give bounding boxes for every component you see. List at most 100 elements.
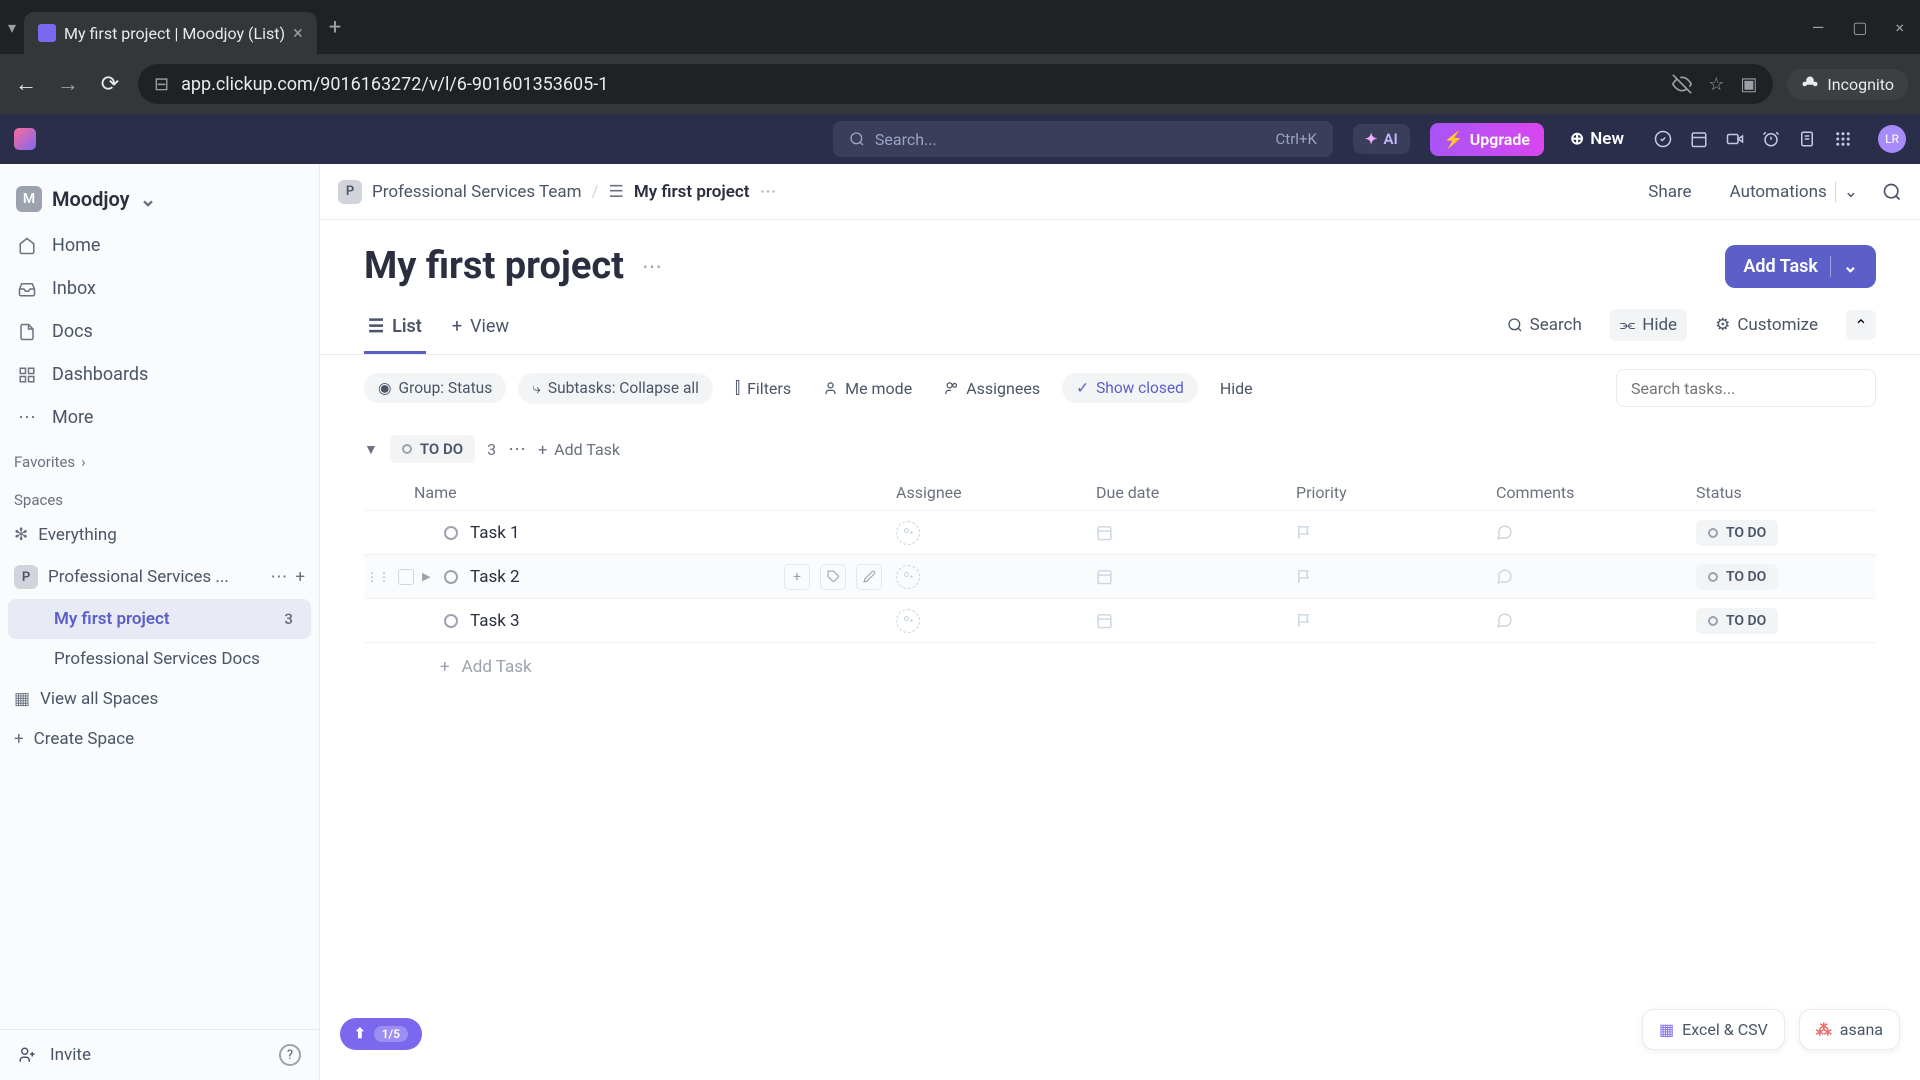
global-search-input[interactable]: Search... Ctrl+K [833,121,1333,157]
due-date-icon[interactable] [1096,568,1296,585]
comments-icon[interactable] [1496,568,1696,585]
eye-off-icon[interactable] [1672,74,1692,94]
plus-icon[interactable]: + [784,564,810,590]
plus-icon[interactable]: + [295,567,305,587]
column-header-due-date[interactable]: Due date [1096,483,1296,502]
more-horizontal-icon[interactable]: ⋯ [270,567,287,587]
column-header-comments[interactable]: Comments [1496,483,1696,502]
priority-flag-icon[interactable] [1296,524,1496,541]
filter-assignees[interactable]: Assignees [934,373,1050,404]
tab-list[interactable]: ☰ List [364,306,426,354]
search-tasks-input[interactable] [1616,369,1876,407]
favorites-heading[interactable]: Favorites › [0,439,319,477]
status-badge[interactable]: TO DO [1696,520,1778,546]
assignee-add-icon[interactable] [896,565,920,589]
apps-grid-icon[interactable] [1834,130,1852,148]
sidebar-item-more[interactable]: ⋯ More [0,396,319,439]
new-tab-button[interactable]: + [329,15,341,40]
due-date-icon[interactable] [1096,524,1296,541]
edit-icon[interactable] [856,564,882,590]
tab-dropdown-icon[interactable]: ▾ [8,18,16,37]
clickup-logo-icon[interactable] [14,128,36,150]
maximize-icon[interactable]: ▢ [1852,18,1867,37]
invite-button[interactable]: Invite [50,1045,91,1065]
forward-button[interactable]: → [54,71,82,97]
ai-button[interactable]: ✦ AI [1353,124,1410,154]
priority-flag-icon[interactable] [1296,612,1496,629]
bookmark-icon[interactable]: ☆ [1708,74,1724,95]
browser-tab[interactable]: My first project | Moodjoy (List) × [24,12,317,54]
sidebar-item-dashboards[interactable]: Dashboards [0,353,319,396]
workspace-switcher[interactable]: M Moodjoy ⌄ [0,174,319,224]
check-circle-icon[interactable] [1654,130,1672,148]
help-button[interactable]: ? [279,1044,301,1066]
priority-flag-icon[interactable] [1296,568,1496,585]
sidebar-space-professional-services[interactable]: P Professional Services ... ⋯ + [0,555,319,599]
close-window-icon[interactable]: × [1895,18,1904,37]
import-asana-button[interactable]: ⁂ asana [1799,1009,1900,1050]
column-header-assignee[interactable]: Assignee [896,483,1096,502]
column-header-name[interactable]: Name [364,483,896,502]
search-icon[interactable] [1882,182,1902,202]
onboarding-progress-pill[interactable]: ⬆ 1/5 [340,1018,422,1050]
sidebar-project-docs[interactable]: Professional Services Docs [0,639,319,679]
sidebar-view-all-spaces[interactable]: ▦ View all Spaces [0,679,319,719]
new-button[interactable]: ⊕ New [1570,129,1624,149]
back-button[interactable]: ← [12,71,40,97]
more-horizontal-icon[interactable]: ⋯ [759,182,776,202]
calendar-icon[interactable] [1690,130,1708,148]
status-dot-icon[interactable] [444,526,458,540]
incognito-badge[interactable]: Incognito [1787,69,1908,100]
panel-icon[interactable]: ▣ [1740,74,1757,95]
task-name-text[interactable]: Task 3 [470,611,520,631]
video-icon[interactable] [1726,130,1744,148]
assignee-add-icon[interactable] [896,609,920,633]
collapse-group-icon[interactable]: ▼ [364,441,378,458]
user-avatar[interactable]: LR [1878,125,1906,153]
filter-subtasks[interactable]: ⤷ Subtasks: Collapse all [518,373,713,404]
view-customize-button[interactable]: ⚙ Customize [1705,309,1828,341]
breadcrumb-space[interactable]: Professional Services Team [372,182,582,202]
filter-group[interactable]: ◉ Group: Status [364,373,506,403]
sidebar-item-inbox[interactable]: Inbox [0,267,319,310]
alarm-icon[interactable] [1762,130,1780,148]
notepad-icon[interactable] [1798,130,1816,148]
address-bar[interactable]: ⊟ app.clickup.com/9016163272/v/l/6-90160… [138,64,1773,104]
task-name-text[interactable]: Task 2 [470,567,520,587]
task-row[interactable]: ⋮⋮ ▶ Task 3 + ⬚ ✎ TO DO [364,599,1876,643]
filter-show-closed[interactable]: ✓ Show closed [1062,373,1198,403]
sidebar-everything[interactable]: ✻ Everything [0,515,319,555]
collapse-header-button[interactable]: ⌃ [1846,310,1876,340]
sidebar-item-home[interactable]: Home [0,224,319,267]
task-row[interactable]: ⋮⋮ ▶ Task 1 + ⬚ ✎ TO DO [364,511,1876,555]
view-search-button[interactable]: Search [1497,309,1592,341]
page-title[interactable]: My first project [364,244,624,288]
comments-icon[interactable] [1496,524,1696,541]
sidebar-project-my-first-project[interactable]: My first project 3 [8,599,311,639]
minimize-icon[interactable]: — [1812,18,1825,37]
breadcrumb-project[interactable]: My first project [634,182,750,202]
view-hide-button[interactable]: ⫘ Hide [1610,309,1687,341]
expand-caret-icon[interactable]: ▶ [422,570,430,583]
column-header-status[interactable]: Status [1696,483,1876,502]
status-dot-icon[interactable] [444,570,458,584]
upgrade-button[interactable]: ⚡ Upgrade [1430,123,1544,156]
status-badge[interactable]: TO DO [1696,608,1778,634]
add-view-button[interactable]: + View [448,306,513,354]
column-header-priority[interactable]: Priority [1296,483,1496,502]
status-badge[interactable]: TO DO [1696,564,1778,590]
comments-icon[interactable] [1496,612,1696,629]
task-checkbox[interactable] [398,569,414,585]
drag-handle-icon[interactable]: ⋮⋮ [366,570,390,584]
task-name-text[interactable]: Task 1 [470,523,520,543]
status-dot-icon[interactable] [444,614,458,628]
reload-button[interactable]: ⟳ [96,72,124,97]
group-add-task-button[interactable]: + Add Task [538,440,620,459]
import-excel-csv-button[interactable]: ▦ Excel & CSV [1642,1009,1785,1050]
filter-hide[interactable]: Hide [1210,373,1263,404]
sidebar-item-docs[interactable]: Docs [0,310,319,353]
due-date-icon[interactable] [1096,612,1296,629]
share-button[interactable]: Share [1638,176,1701,208]
add-task-button[interactable]: Add Task ⌄ [1725,245,1876,288]
tag-icon[interactable] [820,564,846,590]
